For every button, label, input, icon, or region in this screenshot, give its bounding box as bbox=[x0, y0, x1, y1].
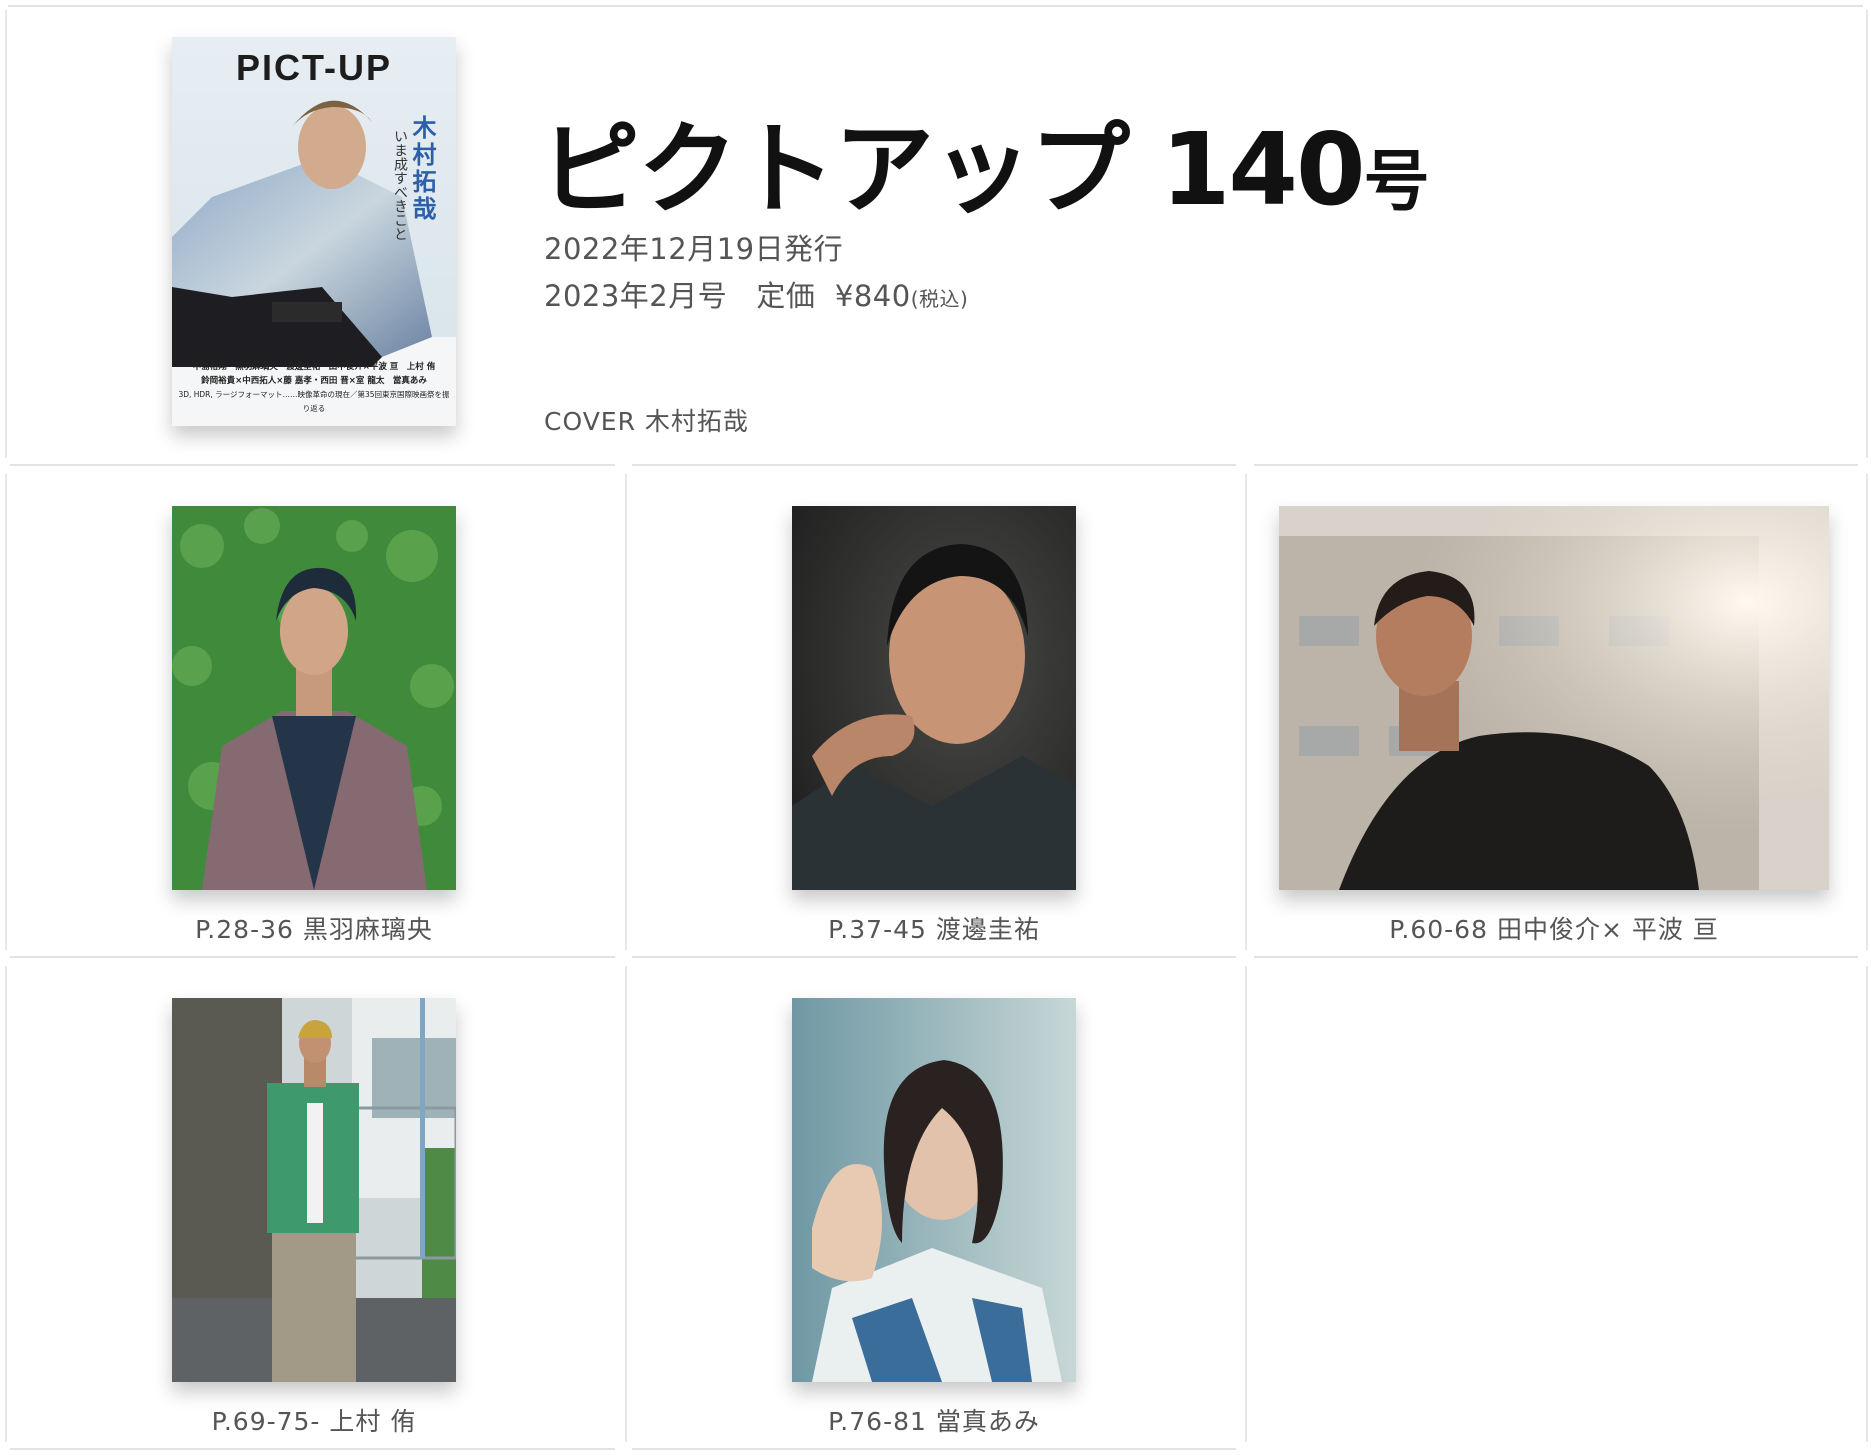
article-caption: P.60-68 田中俊介× 平波 亘 bbox=[1389, 915, 1719, 944]
article-photo-art bbox=[792, 506, 1076, 890]
price-label: 定価 bbox=[756, 279, 816, 313]
article-caption: P.28-36 黒羽麻璃央 bbox=[195, 915, 433, 944]
issue-number: 140 bbox=[1160, 111, 1366, 228]
tax-note: (税込) bbox=[910, 287, 969, 311]
row-divider bbox=[1254, 464, 1858, 466]
article-photo-art bbox=[1279, 506, 1829, 890]
article-caption: P.69-75- 上村 侑 bbox=[211, 1407, 417, 1436]
issue-title: ピクトアップ 140号 bbox=[540, 88, 1430, 233]
article-photo[interactable] bbox=[172, 506, 456, 890]
row-divider bbox=[10, 464, 615, 466]
cover-credit-label: COVER bbox=[544, 407, 636, 436]
article-photo-art bbox=[172, 998, 456, 1382]
column-divider bbox=[1245, 474, 1247, 950]
column-divider bbox=[5, 10, 7, 458]
cover-credit-person: 木村拓哉 bbox=[644, 407, 749, 436]
issue-suffix: 号 bbox=[1363, 143, 1430, 220]
article-photo[interactable] bbox=[172, 998, 456, 1382]
row-divider bbox=[632, 956, 1236, 958]
row-divider bbox=[1254, 956, 1858, 958]
column-divider bbox=[1245, 966, 1247, 1442]
row-divider bbox=[10, 956, 615, 958]
price-value: ¥840 bbox=[834, 279, 911, 313]
column-divider bbox=[5, 474, 7, 950]
cover-person-name: 木村拓哉 bbox=[408, 115, 437, 223]
cover-subtitle: いま成すべきこと bbox=[392, 129, 408, 241]
article-photo[interactable] bbox=[792, 998, 1076, 1382]
article-photo[interactable] bbox=[1279, 506, 1829, 890]
row-divider bbox=[8, 5, 1863, 7]
issue-price-line: 2023年2月号 定価 ¥840(税込) bbox=[544, 273, 968, 315]
cover-logo: PICT-UP bbox=[235, 47, 392, 88]
article-caption: P.76-81 當真あみ bbox=[828, 1407, 1040, 1436]
cover-credit: COVER 木村拓哉 bbox=[544, 402, 749, 438]
article-photo-art bbox=[792, 998, 1076, 1382]
row-divider bbox=[10, 1448, 615, 1450]
cover-names-line: 中島裕翔 黒羽麻璃央 渡邊圭祐 田中俊介×平波 亘 上村 侑 bbox=[192, 362, 436, 372]
column-divider bbox=[1866, 10, 1868, 458]
article-photo[interactable] bbox=[792, 506, 1076, 890]
column-divider bbox=[1866, 966, 1868, 1442]
article-photo-art bbox=[172, 506, 456, 890]
column-divider bbox=[5, 966, 7, 1442]
row-divider bbox=[632, 1448, 1236, 1450]
row-divider bbox=[632, 464, 1236, 466]
column-divider bbox=[1866, 474, 1868, 950]
article-caption: P.37-45 渡邊圭祐 bbox=[828, 915, 1040, 944]
publish-date: 2022年12月19日発行 bbox=[544, 232, 844, 266]
cover-names-line: 3D, HDR, ラージフォーマット……映像革命の現在／第35回東京国際映画祭を… bbox=[178, 390, 450, 413]
cover-contents-list: 中島裕翔 黒羽麻璃央 渡邊圭祐 田中俊介×平波 亘 上村 侑 鈴岡裕貴×中西拓人… bbox=[178, 360, 450, 416]
issue-month: 2023年2月号 bbox=[544, 279, 728, 313]
cover-names-line: 鈴岡裕貴×中西拓人×藤 嘉孝・西田 晋×室 龍太 當真あみ bbox=[201, 376, 427, 386]
column-divider bbox=[625, 966, 627, 1442]
column-divider bbox=[625, 474, 627, 950]
issue-title-text: ピクトアップ bbox=[540, 111, 1130, 228]
magazine-cover-image[interactable]: PICT-UP 木村拓哉 いま成すべきこと 中島裕翔 黒羽麻璃央 渡邊圭祐 田中… bbox=[172, 37, 456, 426]
